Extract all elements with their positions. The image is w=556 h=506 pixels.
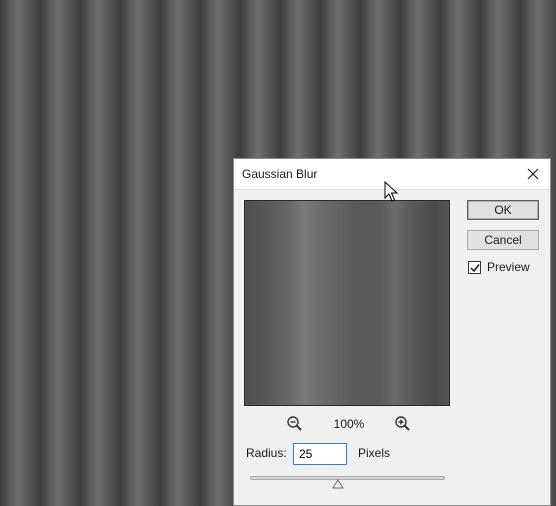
gaussian-blur-dialog: Gaussian Blur 100% Radius: Pixels OK Can… [233, 158, 551, 506]
close-button[interactable] [516, 159, 550, 189]
mouse-pointer-icon [384, 181, 398, 202]
checkmark-icon [470, 264, 480, 273]
zoom-out-icon[interactable] [286, 415, 304, 433]
preview-label: Preview [487, 260, 530, 274]
preview-image[interactable] [244, 200, 450, 406]
close-icon [527, 168, 539, 180]
units-label: Pixels [358, 446, 391, 460]
zoom-level: 100% [333, 417, 365, 431]
radius-row: Radius: Pixels [246, 443, 476, 465]
zoom-in-icon[interactable] [394, 415, 412, 433]
radius-label: Radius: [246, 446, 287, 460]
slider-thumb-icon[interactable] [331, 479, 344, 489]
radius-slider-track[interactable] [250, 476, 445, 480]
preview-checkbox-row[interactable]: Preview [468, 260, 548, 276]
ok-button[interactable]: OK [467, 200, 539, 220]
radius-input[interactable] [293, 443, 347, 465]
cancel-button[interactable]: Cancel [467, 230, 539, 250]
zoom-controls: 100% [244, 415, 450, 435]
dialog-title: Gaussian Blur [242, 167, 318, 181]
preview-checkbox[interactable] [468, 261, 481, 274]
